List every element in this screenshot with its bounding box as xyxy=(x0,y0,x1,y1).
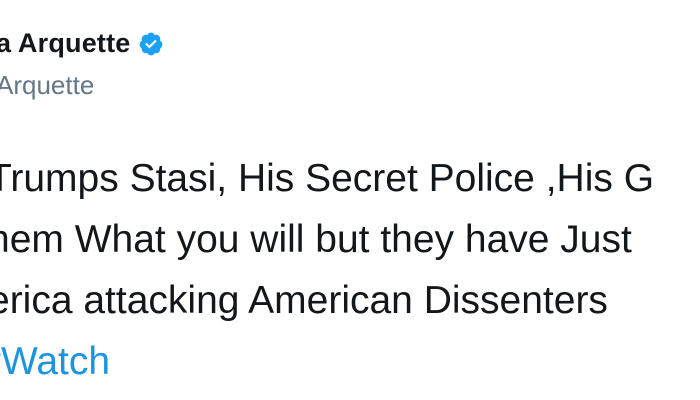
author-display-name[interactable]: a Arquette xyxy=(0,28,131,59)
tweet-text-line: erica attacking American Dissenters xyxy=(0,279,608,322)
author-name-row[interactable]: a Arquette xyxy=(0,28,164,59)
tweet-text-line: Trumps Stasi, His Secret Police ,His G xyxy=(0,157,655,200)
tweet-text: Trumps Stasi, His Secret Police ,His G h… xyxy=(0,148,654,392)
tweet-card: a Arquette Arquette Trumps Stasi, His Se… xyxy=(0,0,700,400)
verified-badge-icon xyxy=(138,31,164,57)
hashtag-link[interactable]: rWatch xyxy=(0,331,654,392)
tweet-text-line: hem What you will but they have Just xyxy=(0,218,632,261)
author-handle[interactable]: Arquette xyxy=(0,70,94,101)
